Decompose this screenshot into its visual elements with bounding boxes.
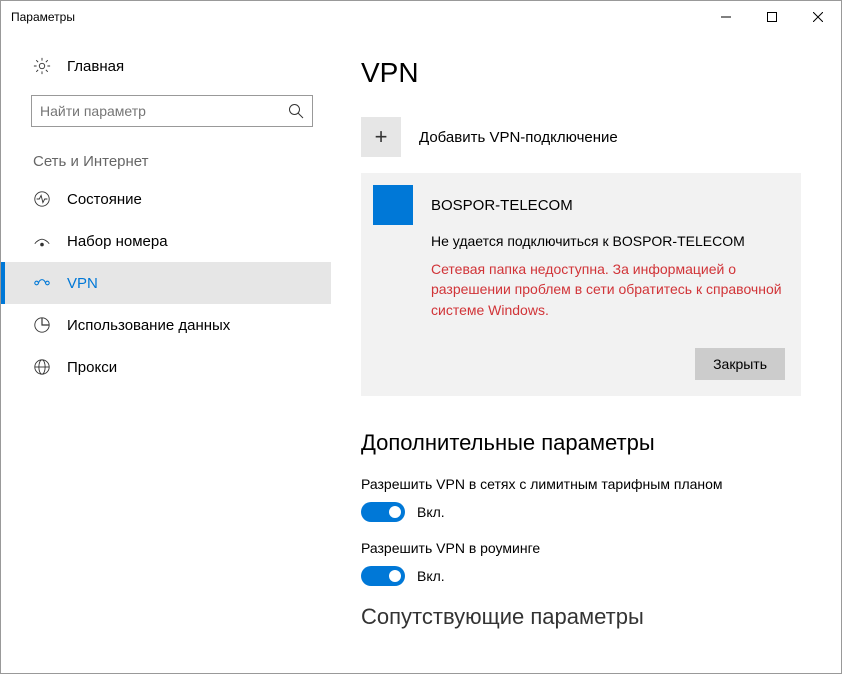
toggle-state: Вкл. (417, 568, 445, 584)
window-title: Параметры (11, 10, 703, 24)
search-box[interactable] (31, 95, 313, 127)
connection-status: Не удается подключиться к BOSPOR-TELECOM (431, 233, 785, 249)
connection-icon (373, 185, 413, 225)
sidebar-item-data-usage[interactable]: Использование данных (1, 304, 331, 346)
sidebar: Главная Сеть и Интернет Состояние На (1, 33, 331, 673)
setting-label: Разрешить VPN в роуминге (361, 540, 801, 556)
plus-icon: + (361, 117, 401, 157)
toggle-roaming[interactable] (361, 566, 405, 586)
setting-roaming: Разрешить VPN в роуминге Вкл. (361, 540, 801, 586)
page-heading: VPN (361, 57, 801, 89)
home-link[interactable]: Главная (1, 49, 331, 87)
gear-icon (33, 57, 51, 75)
content: Главная Сеть и Интернет Состояние На (1, 33, 841, 673)
sidebar-item-dialup[interactable]: Набор номера (1, 220, 331, 262)
proxy-icon (33, 358, 51, 376)
sidebar-item-label: Использование данных (67, 317, 230, 334)
titlebar: Параметры (1, 1, 841, 33)
toggle-row: Вкл. (361, 502, 801, 522)
status-icon (33, 190, 51, 208)
sidebar-item-label: Прокси (67, 359, 117, 376)
sidebar-item-proxy[interactable]: Прокси (1, 346, 331, 388)
sidebar-item-label: Набор номера (67, 233, 168, 250)
connection-error: Сетевая папка недоступна. За информацией… (431, 259, 785, 320)
vpn-icon (33, 274, 51, 292)
toggle-state: Вкл. (417, 504, 445, 520)
toggle-metered[interactable] (361, 502, 405, 522)
sidebar-item-status[interactable]: Состояние (1, 178, 331, 220)
close-button[interactable] (795, 1, 841, 33)
sidebar-item-label: VPN (67, 275, 98, 292)
button-row: Закрыть (373, 348, 785, 380)
card-body: Не удается подключиться к BOSPOR-TELECOM… (431, 233, 785, 320)
sidebar-item-vpn[interactable]: VPN (1, 262, 331, 304)
add-vpn-label: Добавить VPN-подключение (419, 129, 618, 146)
maximize-button[interactable] (749, 1, 795, 33)
card-header: BOSPOR-TELECOM (373, 185, 785, 225)
data-usage-icon (33, 316, 51, 334)
minimize-button[interactable] (703, 1, 749, 33)
related-heading: Сопутствующие параметры (361, 604, 801, 630)
category-label: Сеть и Интернет (1, 143, 331, 178)
search-input[interactable] (40, 103, 288, 119)
sidebar-item-label: Состояние (67, 191, 142, 208)
main-panel: VPN + Добавить VPN-подключение BOSPOR-TE… (331, 33, 841, 673)
connection-name: BOSPOR-TELECOM (431, 197, 573, 214)
vpn-connection-card[interactable]: BOSPOR-TELECOM Не удается подключиться к… (361, 173, 801, 396)
dialup-icon (33, 232, 51, 250)
settings-window: Параметры Главная (0, 0, 842, 674)
setting-metered: Разрешить VPN в сетях с лимитным тарифны… (361, 476, 801, 522)
add-vpn-row[interactable]: + Добавить VPN-подключение (361, 117, 801, 157)
advanced-heading: Дополнительные параметры (361, 430, 801, 456)
home-label: Главная (67, 58, 124, 75)
search-icon (288, 103, 304, 119)
toggle-row: Вкл. (361, 566, 801, 586)
close-connection-button[interactable]: Закрыть (695, 348, 785, 380)
setting-label: Разрешить VPN в сетях с лимитным тарифны… (361, 476, 801, 492)
